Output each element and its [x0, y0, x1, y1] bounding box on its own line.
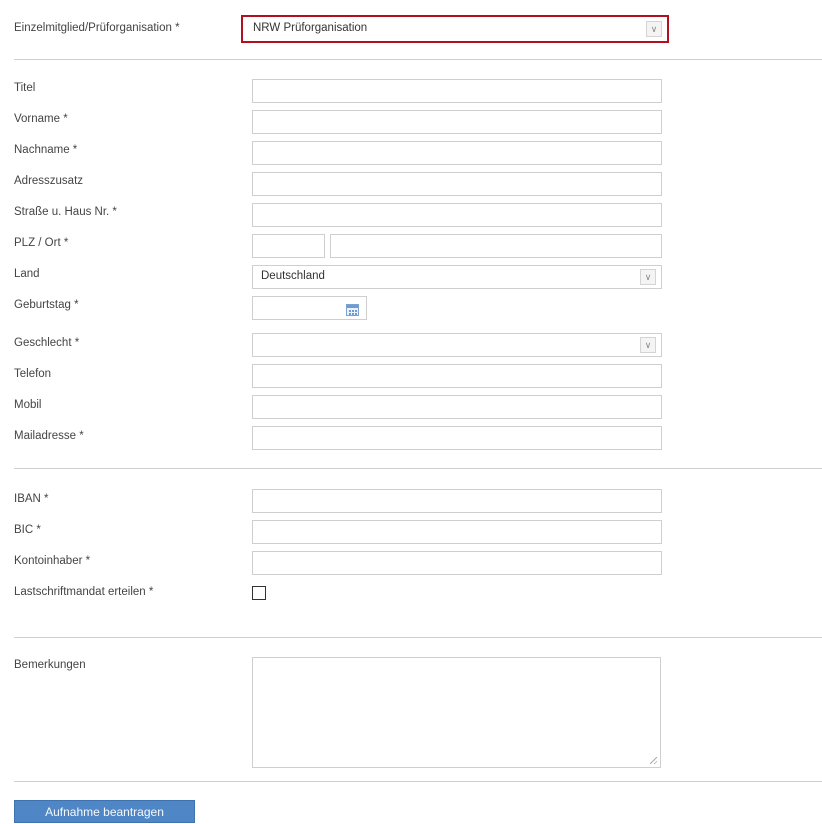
mailadresse-input[interactable]	[252, 426, 662, 450]
membership-label: Einzelmitglied/Prüforganisation *	[14, 22, 180, 34]
chevron-down-icon[interactable]: ∨	[646, 21, 662, 37]
land-select-value: Deutschland	[261, 270, 325, 282]
plz-input[interactable]	[252, 234, 325, 258]
ort-input[interactable]	[330, 234, 662, 258]
geburtstag-label: Geburtstag *	[14, 299, 79, 311]
bic-input[interactable]	[252, 520, 662, 544]
land-select[interactable]: Deutschland ∨	[252, 265, 662, 289]
telefon-input[interactable]	[252, 364, 662, 388]
iban-label: IBAN *	[14, 493, 49, 505]
aufnahme-beantragen-button[interactable]: Aufnahme beantragen	[14, 800, 195, 823]
mobil-label: Mobil	[14, 399, 42, 411]
nachname-input[interactable]	[252, 141, 662, 165]
bemerkungen-label: Bemerkungen	[14, 659, 86, 671]
titel-input[interactable]	[252, 79, 662, 103]
bemerkungen-textarea[interactable]	[252, 657, 661, 768]
lastschrift-label: Lastschriftmandat erteilen *	[14, 586, 154, 598]
geschlecht-label: Geschlecht *	[14, 337, 80, 349]
geschlecht-select[interactable]: ∨	[252, 333, 662, 357]
bic-label: BIC *	[14, 524, 41, 536]
kontoinhaber-input[interactable]	[252, 551, 662, 575]
mailadresse-label: Mailadresse *	[14, 430, 84, 442]
section-divider-top	[14, 59, 822, 60]
strasse-label: Straße u. Haus Nr. *	[14, 206, 117, 218]
titel-label: Titel	[14, 82, 36, 94]
strasse-input[interactable]	[252, 203, 662, 227]
telefon-label: Telefon	[14, 368, 52, 380]
adresszusatz-input[interactable]	[252, 172, 662, 196]
chevron-down-icon[interactable]: ∨	[640, 337, 656, 353]
kontoinhaber-label: Kontoinhaber *	[14, 555, 91, 567]
section-divider-bottom	[14, 781, 822, 782]
membership-select-value: NRW Prüforganisation	[253, 22, 368, 34]
lastschrift-checkbox[interactable]	[252, 586, 266, 600]
plz-ort-label: PLZ / Ort *	[14, 237, 69, 249]
nachname-label: Nachname *	[14, 144, 78, 156]
vorname-input[interactable]	[252, 110, 662, 134]
section-divider-middle	[14, 468, 822, 469]
resize-handle-icon[interactable]	[650, 757, 657, 764]
vorname-label: Vorname *	[14, 113, 68, 125]
mobil-input[interactable]	[252, 395, 662, 419]
chevron-down-icon[interactable]: ∨	[640, 269, 656, 285]
adresszusatz-label: Adresszusatz	[14, 175, 84, 187]
calendar-icon[interactable]	[346, 304, 359, 316]
membership-select[interactable]: NRW Prüforganisation ∨	[241, 15, 669, 43]
iban-input[interactable]	[252, 489, 662, 513]
land-label: Land	[14, 268, 40, 280]
section-divider-lower	[14, 637, 822, 638]
